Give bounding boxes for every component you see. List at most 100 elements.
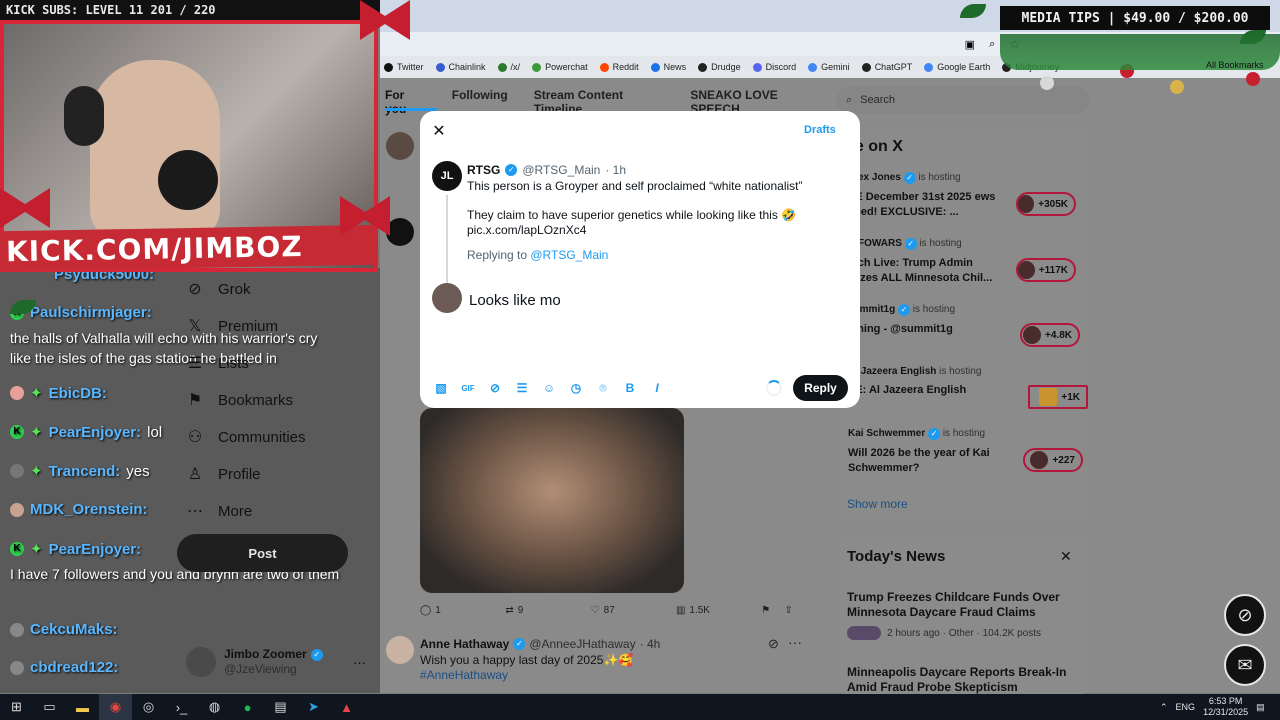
app-icon[interactable]: ▤	[264, 694, 297, 720]
share-icon[interactable]: ⇪	[785, 605, 801, 616]
avatar[interactable]	[386, 218, 414, 246]
more-icon[interactable]: ···	[788, 634, 802, 650]
clock[interactable]: 6:53 PM 12/31/2025	[1203, 696, 1248, 718]
bookmark-item[interactable]: ChatGPT	[861, 62, 912, 72]
chat-message: the halls of Valhalla will echo with his…	[10, 330, 318, 366]
tab-sneako-love-speech[interactable]: SNEAKO LOVE SPEECH	[690, 88, 820, 116]
install-icon[interactable]: ▣	[965, 38, 975, 51]
telegram-icon[interactable]: ➤	[297, 694, 330, 720]
steam-icon[interactable]: ◎	[132, 694, 165, 720]
tab-following[interactable]: Following	[452, 88, 508, 112]
grok-icon[interactable]: ⊘	[487, 380, 503, 396]
views-action[interactable]: ▥ 1.5K	[676, 605, 761, 616]
more-icon[interactable]: ···	[353, 655, 366, 670]
quoted-author[interactable]: RTSG	[467, 163, 500, 177]
nav-premium[interactable]: 𝕏 Premium	[186, 317, 278, 336]
tweet-image[interactable]	[420, 408, 684, 593]
bookmark-item[interactable]: Google Earth	[924, 62, 990, 72]
bookmark-favicon-icon	[599, 62, 609, 72]
chrome-icon[interactable]: ◉	[99, 694, 132, 720]
live-item[interactable]: summit1g ✓ is hosting aming - @summit1g	[848, 304, 998, 337]
gif-icon[interactable]: GIF	[460, 380, 476, 396]
file-explorer-icon[interactable]: ▬	[66, 694, 99, 720]
bookmark-favicon-icon	[497, 62, 507, 72]
media-tips-goal: MEDIA TIPS | $49.00 / $200.00	[1000, 6, 1270, 30]
reply-action[interactable]: ◯ 1	[420, 605, 505, 616]
bookmark-item[interactable]: /x/	[497, 62, 520, 72]
streamer-video	[90, 60, 220, 240]
bookmark-item[interactable]: Powerchat	[532, 62, 588, 72]
all-bookmarks[interactable]: All Bookmarks	[1206, 60, 1264, 70]
grok-icon[interactable]: ⊘	[1224, 594, 1266, 636]
repost-action[interactable]: ⇄ 9	[505, 605, 590, 616]
listener-count[interactable]: +117K	[1016, 258, 1076, 282]
app-icon[interactable]: ▲	[330, 694, 363, 720]
terminal-icon[interactable]: ›_	[165, 694, 198, 720]
post-button[interactable]: Post	[177, 534, 348, 572]
listener-count[interactable]: +227	[1023, 448, 1083, 472]
spotify-icon[interactable]: ●	[231, 694, 264, 720]
tweet[interactable]: Anne Hathaway ✓ @AnneeJHathaway · 4h Wis…	[386, 634, 806, 694]
live-item[interactable]: Alex Jones ✓ is hosting VE December 31st…	[848, 172, 998, 220]
bookmark-item[interactable]: Reddit	[599, 62, 639, 72]
bookmark-item[interactable]: Discord	[752, 62, 796, 72]
tweet-hashtag[interactable]: #AnneHathaway	[420, 668, 508, 682]
like-action[interactable]: ♡ 87	[591, 605, 676, 616]
location-icon[interactable]: ⌾	[595, 380, 611, 396]
nav-more[interactable]: ⋯ More	[186, 502, 252, 521]
obs-icon[interactable]: ◍	[198, 694, 231, 720]
nav-profile[interactable]: ♙ Profile	[186, 465, 261, 484]
tab-stream-content-timeline[interactable]: Stream Content Timeline	[534, 88, 665, 116]
reply-button[interactable]: Reply	[793, 375, 848, 401]
notification-icon[interactable]: ▤	[1256, 702, 1265, 713]
nav-lists[interactable]: ☰ Lists	[186, 354, 249, 373]
search-input[interactable]: ⌕ Search	[836, 86, 1090, 114]
communities-icon: ⚇	[187, 429, 203, 446]
bookmark-item[interactable]: Chainlink	[435, 62, 486, 72]
bookmark-icon[interactable]: ⚑	[761, 605, 784, 616]
quoted-link[interactable]: pic.x.com/lapLOznXc4	[467, 223, 837, 238]
reply-input[interactable]	[469, 289, 839, 311]
account-switcher[interactable]: Jimbo Zoomer ✓ @JzeViewing ···	[186, 644, 366, 680]
avatar[interactable]: JL	[432, 161, 462, 191]
live-item[interactable]: Al Jazeera English is hosting VE: Al Jaz…	[848, 366, 998, 398]
views-icon: ▥	[675, 604, 686, 616]
replying-handle[interactable]: @RTSG_Main	[530, 248, 608, 262]
image-icon[interactable]: ▧	[433, 380, 449, 396]
nav-grok[interactable]: ⊘ Grok	[186, 280, 250, 299]
avatar[interactable]	[386, 132, 414, 160]
avatar[interactable]	[432, 283, 462, 313]
emoji-icon[interactable]: ☺	[541, 380, 557, 396]
listener-count[interactable]: +4.8K	[1020, 323, 1080, 347]
news-item[interactable]: Minneapolis Daycare Reports Break-In Ami…	[847, 665, 1077, 695]
schedule-icon[interactable]: ◷	[568, 380, 584, 396]
listener-count[interactable]: +305K	[1016, 192, 1076, 216]
tweet-author[interactable]: Anne Hathaway	[420, 637, 509, 651]
close-icon[interactable]: ✕	[1060, 548, 1072, 565]
language-indicator[interactable]: ENG	[1176, 702, 1196, 712]
live-item[interactable]: INFOWARS ✓ is hosting atch Live: Trump A…	[848, 238, 998, 286]
task-view-icon[interactable]: ▭	[33, 694, 66, 720]
nav-communities[interactable]: ⚇ Communities	[186, 428, 306, 447]
chevron-up-icon[interactable]: ⌃	[1160, 702, 1168, 713]
bookmark-item[interactable]: Drudge	[698, 62, 741, 72]
show-more-link[interactable]: Show more	[847, 497, 908, 511]
zoom-icon[interactable]: ⌕	[989, 38, 995, 51]
live-item[interactable]: Kai Schwemmer ✓ is hosting Will 2026 be …	[848, 428, 1008, 476]
bookmark-item[interactable]: Twitter	[384, 62, 424, 72]
avatar[interactable]	[386, 636, 414, 664]
listener-count[interactable]: +1K	[1028, 385, 1088, 409]
windows-start-icon[interactable]: ⊞	[0, 694, 33, 720]
bookmark-item[interactable]: News	[650, 62, 686, 72]
drafts-button[interactable]: Drafts	[804, 124, 836, 136]
bookmark-item[interactable]: Gemini	[808, 62, 850, 72]
poll-icon[interactable]: ☰	[514, 380, 530, 396]
grok-icon[interactable]: ⊘	[768, 636, 779, 652]
nav-bookmarks[interactable]: ⚑ Bookmarks	[186, 391, 293, 410]
italic-icon[interactable]: I	[649, 380, 665, 396]
news-item[interactable]: Trump Freezes Childcare Funds Over Minne…	[847, 590, 1077, 640]
messages-icon[interactable]: ✉	[1224, 644, 1266, 686]
bold-icon[interactable]: B	[622, 380, 638, 396]
repost-icon: ⇄	[505, 604, 514, 616]
close-icon[interactable]: ✕	[431, 121, 447, 140]
